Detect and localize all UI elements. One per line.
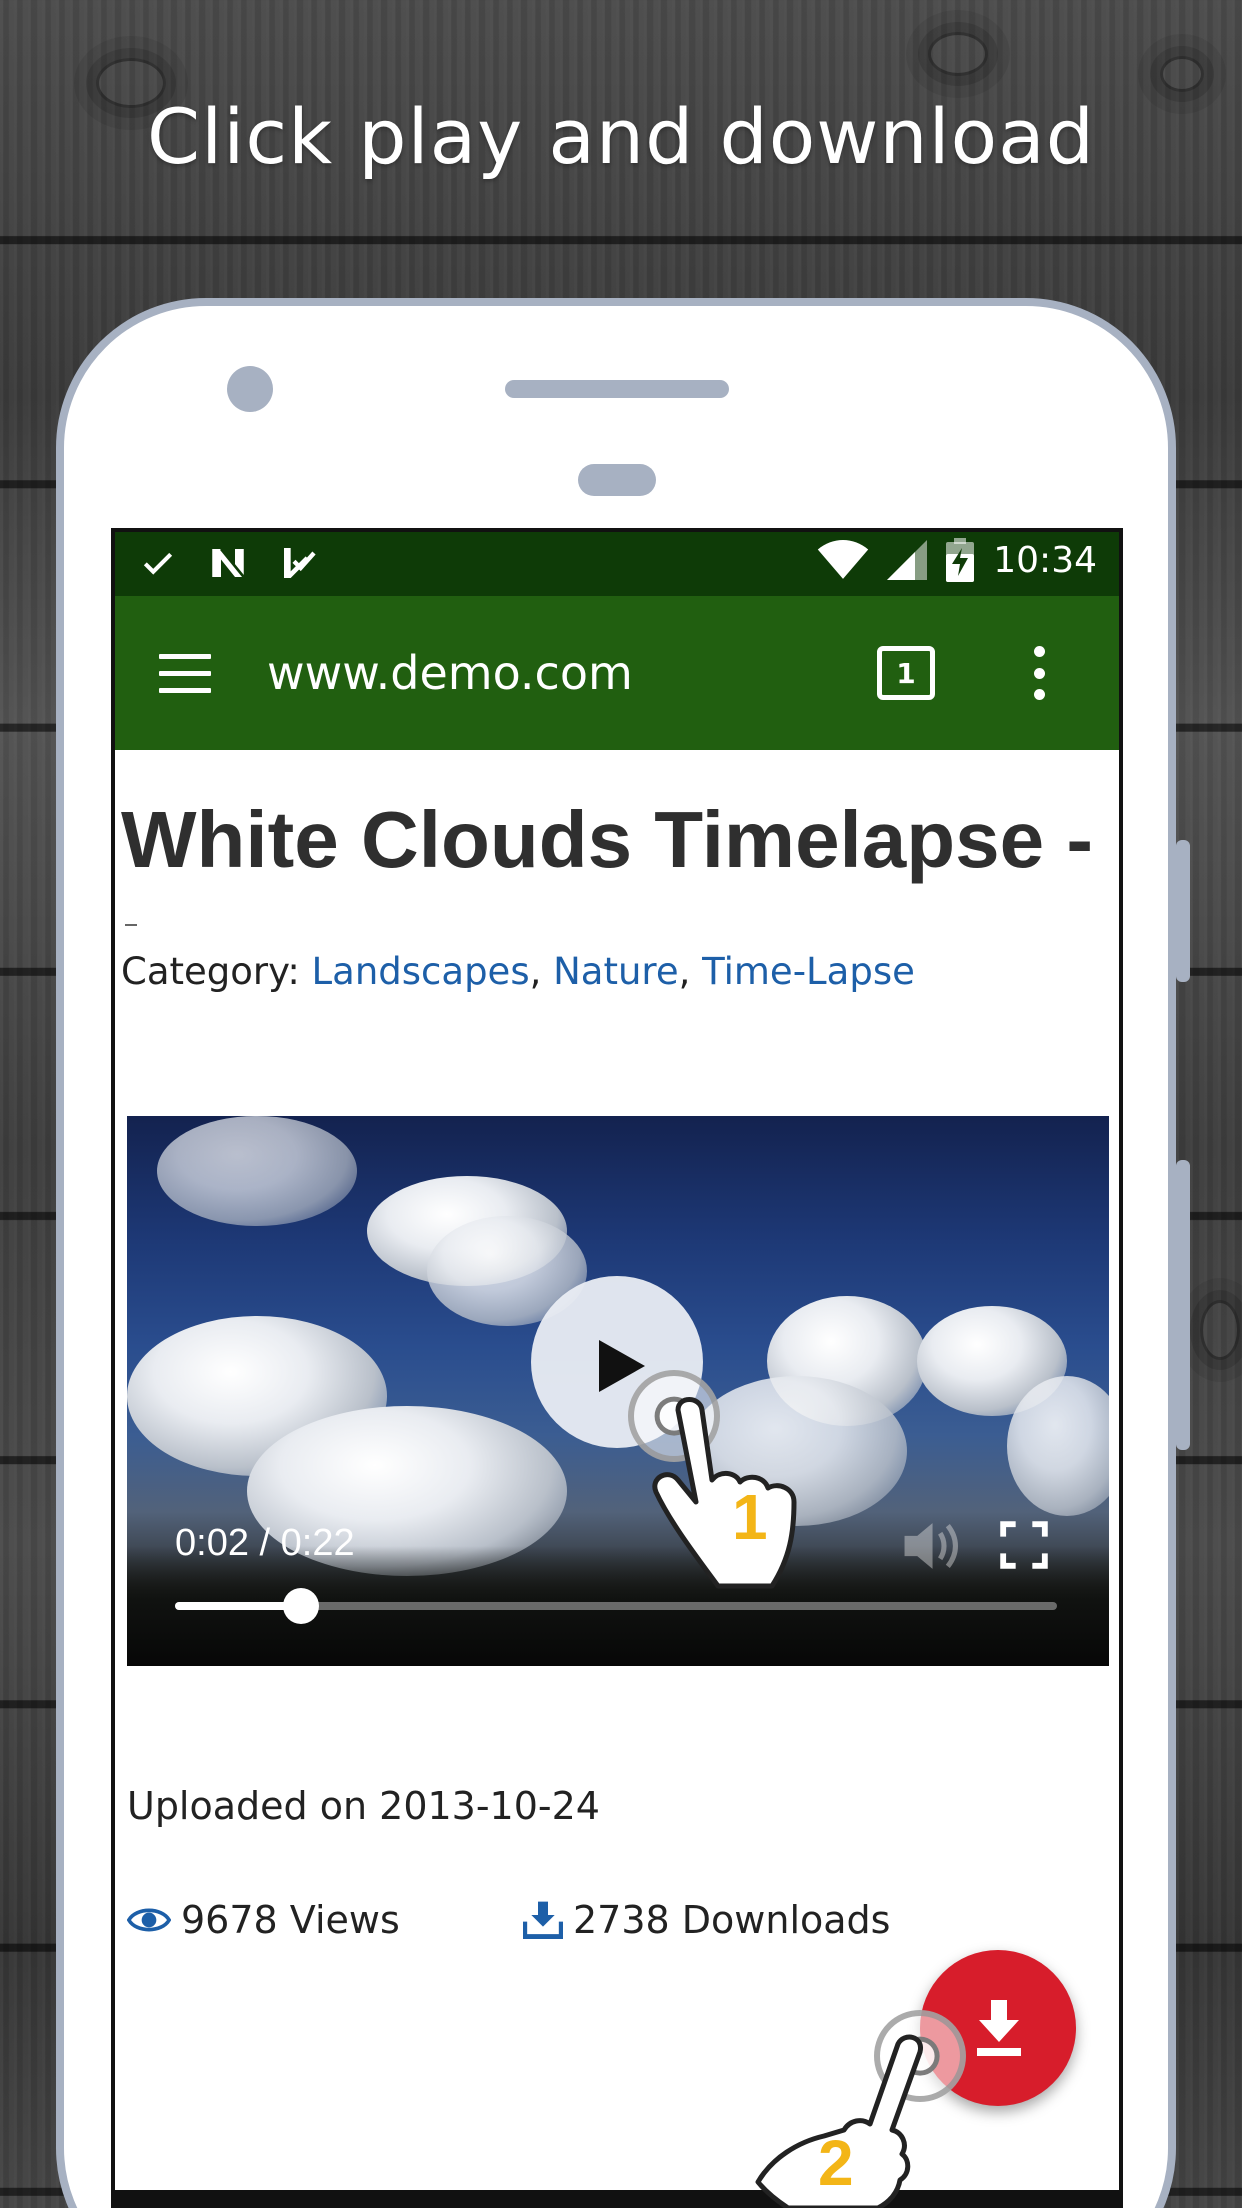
battery-charging-icon (946, 538, 975, 582)
category-line: Category: Landscapes, Nature, Time-Lapse (121, 950, 915, 993)
headline: Click play and download (147, 92, 1095, 181)
tab-switcher-button[interactable]: 1 (877, 646, 935, 700)
category-separator: , (529, 950, 554, 993)
status-time: 10:34 (993, 539, 1097, 581)
browser-toolbar: www.demo.com 1 (115, 596, 1119, 750)
wifi-icon (818, 540, 869, 579)
video-player[interactable]: 0:02 / 0:22 (127, 1116, 1109, 1666)
check-icon (143, 552, 173, 575)
video-time: 0:02 / 0:22 (175, 1522, 355, 1564)
proximity-sensor (578, 464, 656, 496)
cloud-shape (157, 1116, 357, 1226)
wood-knot (1200, 1300, 1240, 1360)
url-bar[interactable]: www.demo.com (267, 646, 633, 700)
video-seekbar[interactable] (175, 1588, 1057, 1624)
upload-date: Uploaded on 2013-10-24 (127, 1784, 600, 1828)
page-title: White Clouds Timelapse - (121, 795, 1093, 884)
front-camera (227, 366, 273, 412)
more-vertical-icon[interactable] (1029, 646, 1049, 700)
download-check-icon (284, 548, 316, 578)
category-link-nature[interactable]: Nature (553, 950, 678, 993)
step-1-number: 1 (732, 1481, 768, 1553)
category-link-landscapes[interactable]: Landscapes (312, 950, 530, 993)
phone-side-button (1176, 840, 1190, 982)
downloads-stat: 2738 Downloads (523, 1898, 890, 1942)
eye-icon (127, 1908, 171, 1932)
category-separator: , (678, 950, 703, 993)
signal-icon (887, 540, 928, 580)
views-count: 9678 Views (181, 1898, 400, 1942)
step-2-number: 2 (818, 2127, 854, 2199)
fullscreen-icon[interactable] (999, 1520, 1049, 1570)
wood-knot (1160, 56, 1204, 92)
views-stat: 9678 Views (127, 1898, 400, 1942)
seekbar-thumb[interactable] (283, 1588, 320, 1624)
hamburger-menu-icon[interactable] (159, 654, 211, 694)
bottom-navigation-strip (115, 2190, 1119, 2208)
downloads-count: 2738 Downloads (573, 1898, 891, 1942)
download-icon (977, 2000, 1021, 2056)
earpiece-speaker (505, 380, 729, 398)
phone-side-button (1176, 1160, 1190, 1450)
download-icon (523, 1901, 563, 1939)
divider (125, 924, 137, 926)
n-logo-icon (212, 548, 245, 578)
status-bar: 10:34 (115, 532, 1119, 596)
volume-icon[interactable] (899, 1518, 961, 1574)
wood-knot (928, 32, 988, 76)
category-label: Category: (121, 950, 312, 993)
category-link-time-lapse[interactable]: Time-Lapse (702, 950, 915, 993)
